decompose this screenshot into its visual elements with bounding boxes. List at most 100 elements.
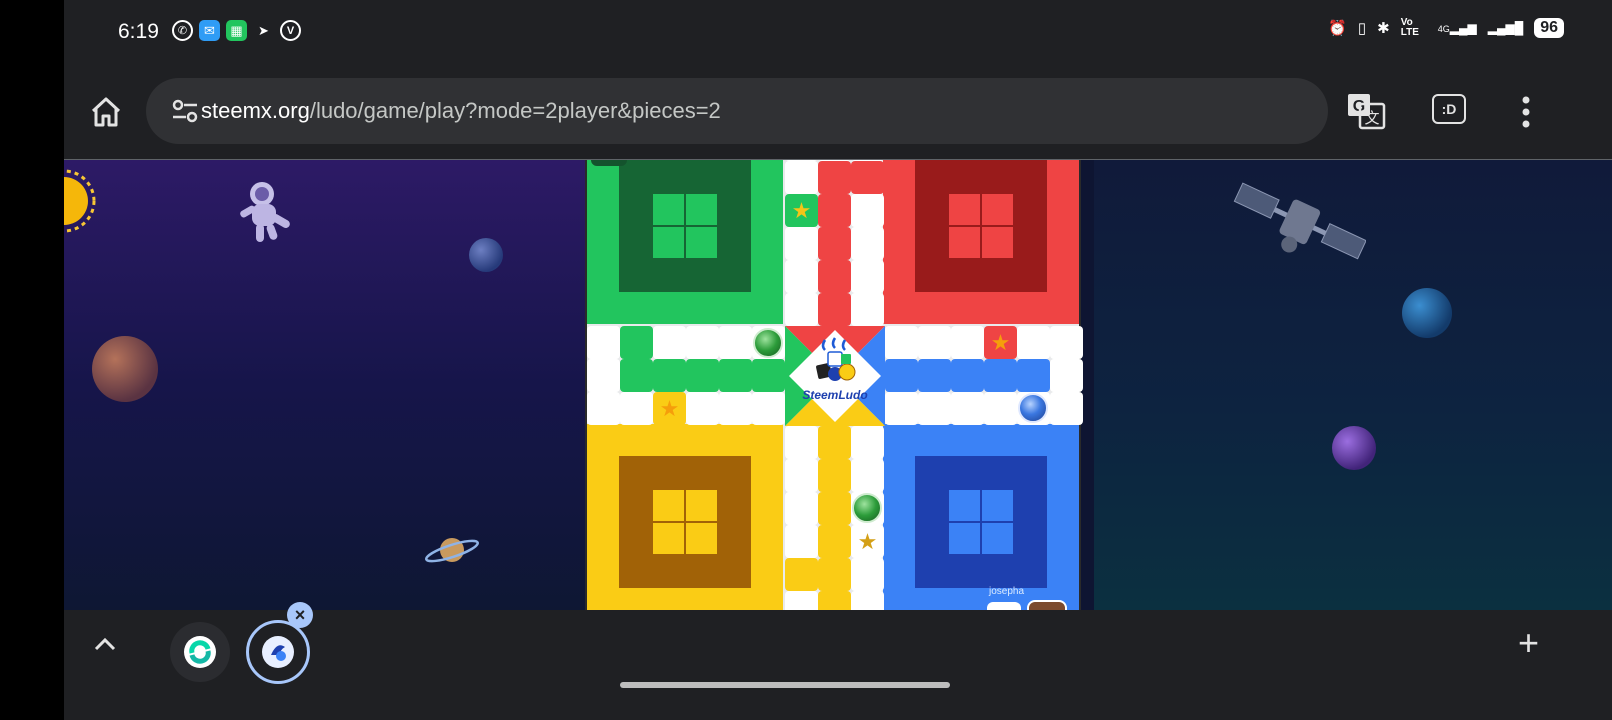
path-cell-red[interactable]	[818, 260, 851, 293]
path-cell-blue[interactable]	[984, 359, 1017, 392]
signal-4g-icon: 4G▂▄▆	[1437, 21, 1477, 35]
path-cell[interactable]	[653, 326, 686, 359]
path-cell[interactable]	[785, 525, 818, 558]
path-cell[interactable]	[984, 392, 1017, 425]
path-cell[interactable]	[885, 392, 918, 425]
home-icon[interactable]	[86, 92, 126, 132]
path-cell[interactable]	[785, 492, 818, 525]
site-info-icon[interactable]	[172, 99, 198, 123]
yellow-home-slots[interactable]	[653, 490, 717, 554]
path-cell-green[interactable]	[752, 359, 785, 392]
path-cell[interactable]	[851, 293, 884, 326]
vpn-icon: V	[280, 20, 301, 41]
path-cell[interactable]	[686, 392, 719, 425]
tab-steemx-active[interactable]	[246, 620, 310, 684]
path-cell[interactable]	[951, 392, 984, 425]
path-cell[interactable]	[686, 326, 719, 359]
path-cell-yellow[interactable]	[818, 591, 851, 610]
path-cell[interactable]	[785, 227, 818, 260]
path-cell-red[interactable]	[818, 227, 851, 260]
path-cell-red[interactable]	[818, 194, 851, 227]
more-menu-icon[interactable]	[1516, 92, 1536, 132]
path-cell[interactable]	[785, 161, 818, 194]
path-cell-green[interactable]	[620, 326, 653, 359]
path-cell[interactable]	[587, 392, 620, 425]
path-cell[interactable]	[752, 392, 785, 425]
path-cell-red[interactable]	[818, 293, 851, 326]
space-background-right	[1094, 160, 1612, 610]
path-cell[interactable]	[785, 426, 818, 459]
planet-brown	[92, 336, 158, 402]
path-cell-green[interactable]	[653, 359, 686, 392]
path-cell[interactable]	[1017, 326, 1050, 359]
new-tab-button[interactable]: +	[1518, 622, 1539, 664]
green-home-slots[interactable]	[653, 194, 717, 258]
tab-switcher-button[interactable]: :D	[1432, 94, 1466, 124]
svg-text:文: 文	[1364, 110, 1379, 127]
path-cell-green[interactable]	[686, 359, 719, 392]
blue-token[interactable]	[1018, 393, 1048, 423]
path-cell[interactable]	[719, 392, 752, 425]
path-cell[interactable]	[851, 426, 884, 459]
path-cell[interactable]	[851, 459, 884, 492]
path-cell[interactable]	[587, 359, 620, 392]
ludo-board[interactable]: ★ ★ ★ ★ SteemLudo josepha	[585, 160, 1083, 610]
close-tab-icon[interactable]: ×	[287, 602, 313, 628]
ludo-pieces-icon	[816, 337, 856, 381]
path-cell[interactable]	[785, 260, 818, 293]
chevron-up-icon[interactable]	[92, 632, 118, 658]
path-cell[interactable]	[951, 326, 984, 359]
path-cell-yellow[interactable]	[818, 525, 851, 558]
path-cell[interactable]	[785, 591, 818, 610]
path-cell-red[interactable]	[851, 161, 884, 194]
browser-toolbar: steemx.org/ludo/game/play?mode=2player&p…	[64, 66, 1612, 160]
path-cell[interactable]	[918, 326, 951, 359]
status-app-icons: ✆ ✉ ▦ ➤ V	[172, 20, 301, 41]
url-text[interactable]: steemx.org/ludo/game/play?mode=2player&p…	[201, 98, 721, 124]
path-cell[interactable]	[851, 260, 884, 293]
green-token[interactable]	[753, 328, 783, 358]
tab-steemit[interactable]	[170, 622, 230, 682]
path-cell[interactable]	[587, 326, 620, 359]
address-bar[interactable]: steemx.org/ludo/game/play?mode=2player&p…	[146, 78, 1328, 144]
vibrate-icon: ▯	[1357, 20, 1367, 37]
path-cell[interactable]	[1050, 392, 1083, 425]
path-cell[interactable]	[851, 591, 884, 610]
gesture-home-indicator[interactable]	[620, 682, 950, 688]
green-home	[587, 160, 783, 324]
path-cell-blue[interactable]	[918, 359, 951, 392]
path-cell-blue[interactable]	[951, 359, 984, 392]
path-cell[interactable]	[1050, 326, 1083, 359]
path-cell[interactable]	[918, 392, 951, 425]
path-cell[interactable]	[1050, 359, 1083, 392]
path-cell-yellow[interactable]	[818, 492, 851, 525]
red-home-slots[interactable]	[949, 194, 1013, 258]
safe-star-icon: ★	[990, 330, 1011, 355]
player-bottom-dice[interactable]	[987, 602, 1021, 610]
path-cell-blue[interactable]	[1017, 359, 1050, 392]
path-cell[interactable]	[885, 326, 918, 359]
path-cell-red[interactable]	[818, 161, 851, 194]
path-cell-yellow[interactable]	[818, 426, 851, 459]
battery-level: 96	[1534, 18, 1564, 38]
tab-strip: × +	[64, 602, 1612, 720]
path-cell-yellow[interactable]	[785, 558, 818, 591]
satellite-icon	[1233, 182, 1366, 260]
translate-icon[interactable]: G 文	[1346, 90, 1386, 130]
path-cell[interactable]	[851, 194, 884, 227]
path-cell[interactable]	[785, 459, 818, 492]
path-cell-green[interactable]	[719, 359, 752, 392]
path-cell-green[interactable]	[620, 359, 653, 392]
path-cell[interactable]	[851, 227, 884, 260]
steemludo-logo: SteemLudo	[785, 326, 885, 426]
path-cell[interactable]	[719, 326, 752, 359]
path-cell[interactable]	[620, 392, 653, 425]
path-cell-yellow[interactable]	[818, 558, 851, 591]
path-cell-blue[interactable]	[885, 359, 918, 392]
path-cell[interactable]	[785, 293, 818, 326]
path-cell-yellow[interactable]	[818, 459, 851, 492]
blue-home-slots[interactable]	[949, 490, 1013, 554]
web-viewport[interactable]: ★ ★ ★ ★ SteemLudo josepha	[64, 160, 1612, 610]
path-cell[interactable]	[851, 558, 884, 591]
green-token[interactable]	[852, 493, 882, 523]
